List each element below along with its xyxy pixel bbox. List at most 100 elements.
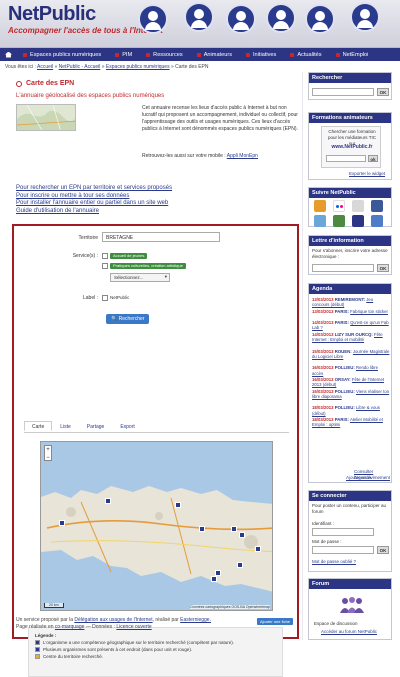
sidebar-formations: Formations animateurs Chercher une forma… bbox=[308, 112, 392, 180]
forum-link[interactable]: Accéder au forum NetPublic bbox=[321, 629, 377, 635]
page-footer: Un service proposé par la Délégation aux… bbox=[16, 617, 298, 631]
footer-link-author[interactable]: Easterniegge. bbox=[180, 617, 211, 623]
agenda-item[interactable]: 16/03/2013 ORSAY: Fête de l'Internet 201… bbox=[312, 377, 390, 387]
agenda-item[interactable]: 13/03/2013 PARIS: Fabrique ton sticker bbox=[312, 309, 390, 314]
export-widget-link[interactable]: Exporter le widget bbox=[349, 171, 385, 177]
breadcrumb-link[interactable]: Espaces publics numériques bbox=[106, 64, 170, 70]
zoom-control[interactable]: + − bbox=[44, 445, 52, 461]
rss-icon[interactable] bbox=[314, 200, 326, 212]
footer-link-dui[interactable]: Délégation aux usages de l'Internet bbox=[74, 617, 152, 623]
login-id-label: Identifiant : bbox=[312, 521, 335, 526]
nav-label: Actualités bbox=[297, 51, 322, 58]
formations-ok[interactable]: ok bbox=[368, 155, 378, 162]
login-ok-button[interactable]: OK bbox=[377, 546, 389, 554]
map-marker[interactable] bbox=[59, 520, 65, 526]
zoom-out-button[interactable]: − bbox=[45, 454, 51, 462]
agenda-item[interactable]: 18/03/2013 POLLIEU: Libre & vous (début) bbox=[312, 405, 390, 415]
legend-item: Centre du territoire recherché. bbox=[35, 653, 276, 660]
link-install[interactable]: Pour installer l'annuaire entier ou part… bbox=[16, 200, 172, 208]
map-land bbox=[41, 442, 272, 610]
agenda-item[interactable]: 18/03/2013 PARIS: Atelier Mobilité et Em… bbox=[312, 417, 390, 427]
map-marker[interactable] bbox=[211, 576, 217, 582]
target-icon bbox=[16, 80, 22, 87]
agenda-item[interactable]: 14/03/2013 PARIS: Qu'est-ce qu'un Fab La… bbox=[312, 320, 390, 330]
agenda-item[interactable]: 15/03/2013 ROUEN: Journée Magistrale du … bbox=[312, 349, 390, 359]
service-checkbox[interactable] bbox=[102, 253, 108, 259]
newsletter-email-input[interactable] bbox=[312, 264, 374, 272]
map-marker[interactable] bbox=[255, 546, 261, 552]
territoire-input[interactable]: BRETAGNE bbox=[102, 232, 220, 242]
agenda-item[interactable]: 14/03/2013 LIZY SUR OURCQ: Fête Internet… bbox=[312, 332, 390, 342]
map-marker[interactable] bbox=[105, 498, 111, 504]
facebook-icon[interactable] bbox=[371, 200, 383, 212]
territoire-label: Territoire bbox=[78, 235, 98, 241]
sidebar-search-ok[interactable]: OK bbox=[377, 88, 389, 96]
breadcrumb: Vous êtes ici : Accueil » NetPublic - Ac… bbox=[5, 64, 209, 70]
sidebar-newsletter: Lettre d'information Pour s'abonner, ins… bbox=[308, 235, 392, 275]
forum-people-icon bbox=[340, 597, 364, 613]
breadcrumb-link[interactable]: NetPublic - Accueil bbox=[59, 64, 101, 70]
person-icon bbox=[266, 3, 296, 33]
epn-map[interactable]: + − 20 km Données cartographiques OOS-BA … bbox=[40, 441, 273, 611]
nav-label: PIM bbox=[122, 51, 133, 58]
help-links: Pour rechercher un EPN par territoire et… bbox=[16, 185, 172, 215]
map-marker[interactable] bbox=[237, 562, 243, 568]
link-search-epn[interactable]: Pour rechercher un EPN par territoire et… bbox=[16, 185, 172, 193]
footer-text: Un service proposé par la bbox=[16, 617, 73, 623]
map-marker[interactable] bbox=[239, 532, 245, 538]
formations-widget[interactable]: Chercher une formation pour les médiateu… bbox=[321, 126, 381, 168]
map-marker[interactable] bbox=[175, 502, 181, 508]
search-button[interactable]: 🔍 Rechercher bbox=[106, 314, 150, 324]
yellow-marker-icon bbox=[35, 654, 40, 659]
nav-item-animateurs[interactable]: Animateurs bbox=[190, 52, 239, 58]
google-icon[interactable] bbox=[371, 215, 383, 227]
nav-item-pim[interactable]: PIM bbox=[108, 52, 139, 58]
sidebar-search-input[interactable] bbox=[312, 88, 374, 96]
agenda-text[interactable]: Fabrique ton sticker bbox=[350, 309, 388, 314]
youtube-icon[interactable] bbox=[352, 200, 364, 212]
login-pw-input[interactable] bbox=[312, 546, 374, 554]
agenda-add-link[interactable]: Ajouter un événement bbox=[346, 475, 390, 481]
map-marker[interactable] bbox=[199, 526, 205, 532]
blue-marker-icon bbox=[35, 647, 40, 652]
nav-item-actualites[interactable]: Actualités bbox=[283, 52, 328, 58]
nav-item-netemploi[interactable]: NetEmploi bbox=[329, 52, 376, 58]
tab-partage[interactable]: Partage bbox=[79, 421, 113, 431]
nav-item-ressources[interactable]: Ressources bbox=[139, 52, 190, 58]
link-guide[interactable]: Guide d'utilisation de l'annuaire bbox=[16, 208, 172, 216]
share-icon[interactable] bbox=[333, 215, 345, 227]
agenda-item[interactable]: 16/03/2013 POLLIEU: Viens réaliser ton l… bbox=[312, 389, 390, 399]
home-icon[interactable] bbox=[2, 51, 16, 58]
footer-link-comarquage[interactable]: co-marquage bbox=[55, 624, 84, 630]
site-logo[interactable]: NetPublic bbox=[8, 3, 96, 26]
tab-export[interactable]: Export bbox=[112, 421, 142, 431]
mobile-app-link[interactable]: Appli MonEpn bbox=[227, 153, 258, 159]
footer-link-licence[interactable]: Licence ouverte bbox=[116, 624, 151, 630]
agenda-item[interactable]: 16/03/2013 POLLIEU: Rendo libre accès bbox=[312, 365, 390, 375]
formations-input[interactable] bbox=[326, 155, 366, 162]
link-register[interactable]: Pour inscrire ou mettre à tour ses donné… bbox=[16, 193, 172, 201]
breadcrumb-link[interactable]: Accueil bbox=[37, 64, 53, 70]
newsletter-ok[interactable]: OK bbox=[377, 264, 389, 272]
flickr-icon[interactable] bbox=[333, 200, 345, 212]
nav-item-epn[interactable]: Espaces publics numériques bbox=[16, 52, 108, 58]
formations-site: www.NetPublic.fr bbox=[331, 144, 373, 150]
newsletter-text: Pour s'abonner, inscrire votre adresse é… bbox=[312, 248, 388, 259]
forgot-password-link[interactable]: Mot de passe oublié ? bbox=[312, 559, 356, 565]
add-fiche-button[interactable]: Ajouter une fiche bbox=[257, 618, 294, 625]
agenda-item[interactable]: 13/03/2013 REMIREMONT: Jeu concours (déb… bbox=[312, 297, 390, 307]
services-select[interactable]: Sélectionnez... bbox=[110, 273, 170, 282]
map-attribution: Données cartographiques OOS-BA Openstree… bbox=[190, 605, 270, 609]
netvibes-icon[interactable] bbox=[352, 215, 364, 227]
person-icon bbox=[138, 4, 168, 34]
twitter-icon[interactable] bbox=[314, 215, 326, 227]
tab-carte[interactable]: Carte bbox=[24, 421, 53, 431]
label-checkbox[interactable] bbox=[102, 295, 108, 301]
login-title: Se connecter bbox=[309, 491, 391, 501]
zoom-in-button[interactable]: + bbox=[45, 446, 51, 454]
login-id-input[interactable] bbox=[312, 528, 374, 536]
map-marker[interactable] bbox=[231, 526, 237, 532]
service-checkbox[interactable] bbox=[102, 263, 108, 269]
tab-liste[interactable]: Liste bbox=[52, 421, 79, 431]
nav-item-initiatives[interactable]: Initiatives bbox=[239, 52, 283, 58]
